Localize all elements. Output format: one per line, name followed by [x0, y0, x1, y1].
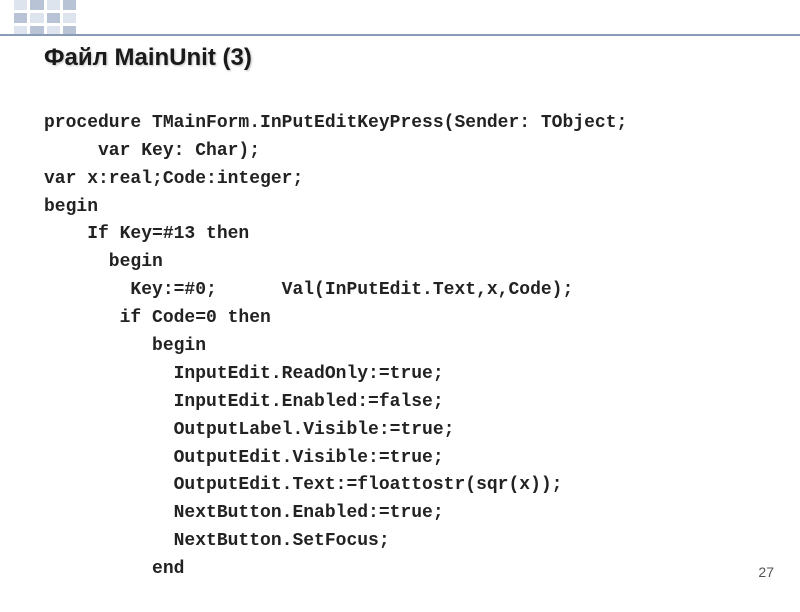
slide-title: Файл MainUnit (3)	[44, 44, 766, 72]
code-line: OutputLabel.Visible:=true;	[44, 420, 454, 440]
code-line: begin	[44, 336, 206, 356]
code-line: NextButton.Enabled:=true;	[44, 503, 444, 523]
code-block: procedure TMainForm.InPutEditKeyPress(Se…	[44, 82, 766, 612]
code-line: OutputEdit.Text:=floattostr(sqr(x));	[44, 475, 562, 495]
code-line: If Key=#13 then	[44, 224, 249, 244]
code-line: end	[44, 559, 184, 579]
code-line: NextButton.SetFocus;	[44, 531, 390, 551]
code-line: InputEdit.ReadOnly:=true;	[44, 364, 444, 384]
page-number: 27	[758, 564, 774, 580]
corner-decoration	[14, 0, 76, 36]
slide-content: Файл MainUnit (3) procedure TMainForm.In…	[0, 0, 800, 612]
code-line: Key:=#0; Val(InPutEdit.Text,x,Code);	[44, 280, 573, 300]
divider	[0, 34, 800, 36]
code-line: procedure TMainForm.InPutEditKeyPress(Se…	[44, 113, 627, 133]
code-line: if Code=0 then	[44, 308, 271, 328]
code-line: var Key: Char);	[44, 141, 260, 161]
code-line: begin	[44, 197, 98, 217]
code-line: InputEdit.Enabled:=false;	[44, 392, 444, 412]
code-line: OutputEdit.Visible:=true;	[44, 448, 444, 468]
code-line: var x:real;Code:integer;	[44, 169, 303, 189]
code-line: begin	[44, 252, 163, 272]
